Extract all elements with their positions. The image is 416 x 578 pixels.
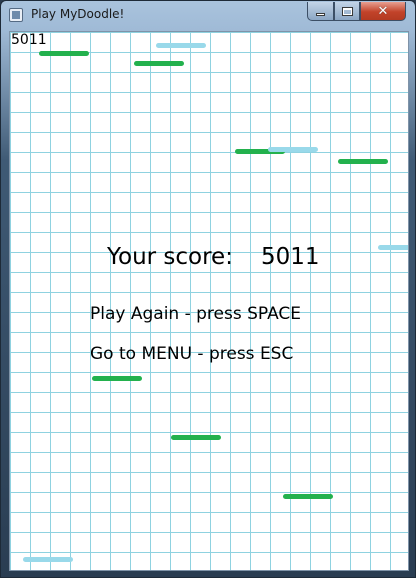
platform	[338, 159, 388, 164]
platform	[378, 245, 408, 250]
game-canvas[interactable]: 5011 Your score: 5011 Play Again - press…	[9, 31, 409, 571]
minimize-icon	[316, 12, 325, 16]
final-score-label: Your score:	[107, 244, 233, 270]
close-icon: ✕	[377, 3, 389, 19]
platform	[39, 51, 89, 56]
menu-instruction: Go to MENU - press ESC	[90, 344, 294, 364]
maximize-icon	[341, 6, 353, 16]
platform	[171, 435, 221, 440]
play-again-instruction: Play Again - press SPACE	[90, 304, 302, 324]
title-bar[interactable]: Play MyDoodle! ✕	[1, 1, 415, 29]
platform	[283, 494, 333, 499]
platform	[268, 147, 318, 152]
platform	[92, 376, 142, 381]
final-score-value: 5011	[261, 244, 320, 270]
window-title: Play MyDoodle!	[31, 7, 125, 21]
score-counter: 5011	[11, 32, 47, 48]
maximize-button[interactable]	[334, 2, 360, 21]
platform	[156, 43, 206, 48]
platform	[134, 61, 184, 66]
app-icon	[9, 8, 23, 22]
minimize-button[interactable]	[307, 2, 334, 21]
close-button[interactable]: ✕	[360, 2, 406, 21]
platform	[23, 557, 73, 562]
game-window: Play MyDoodle! ✕ 5011 Your score: 5011 P…	[0, 0, 416, 578]
